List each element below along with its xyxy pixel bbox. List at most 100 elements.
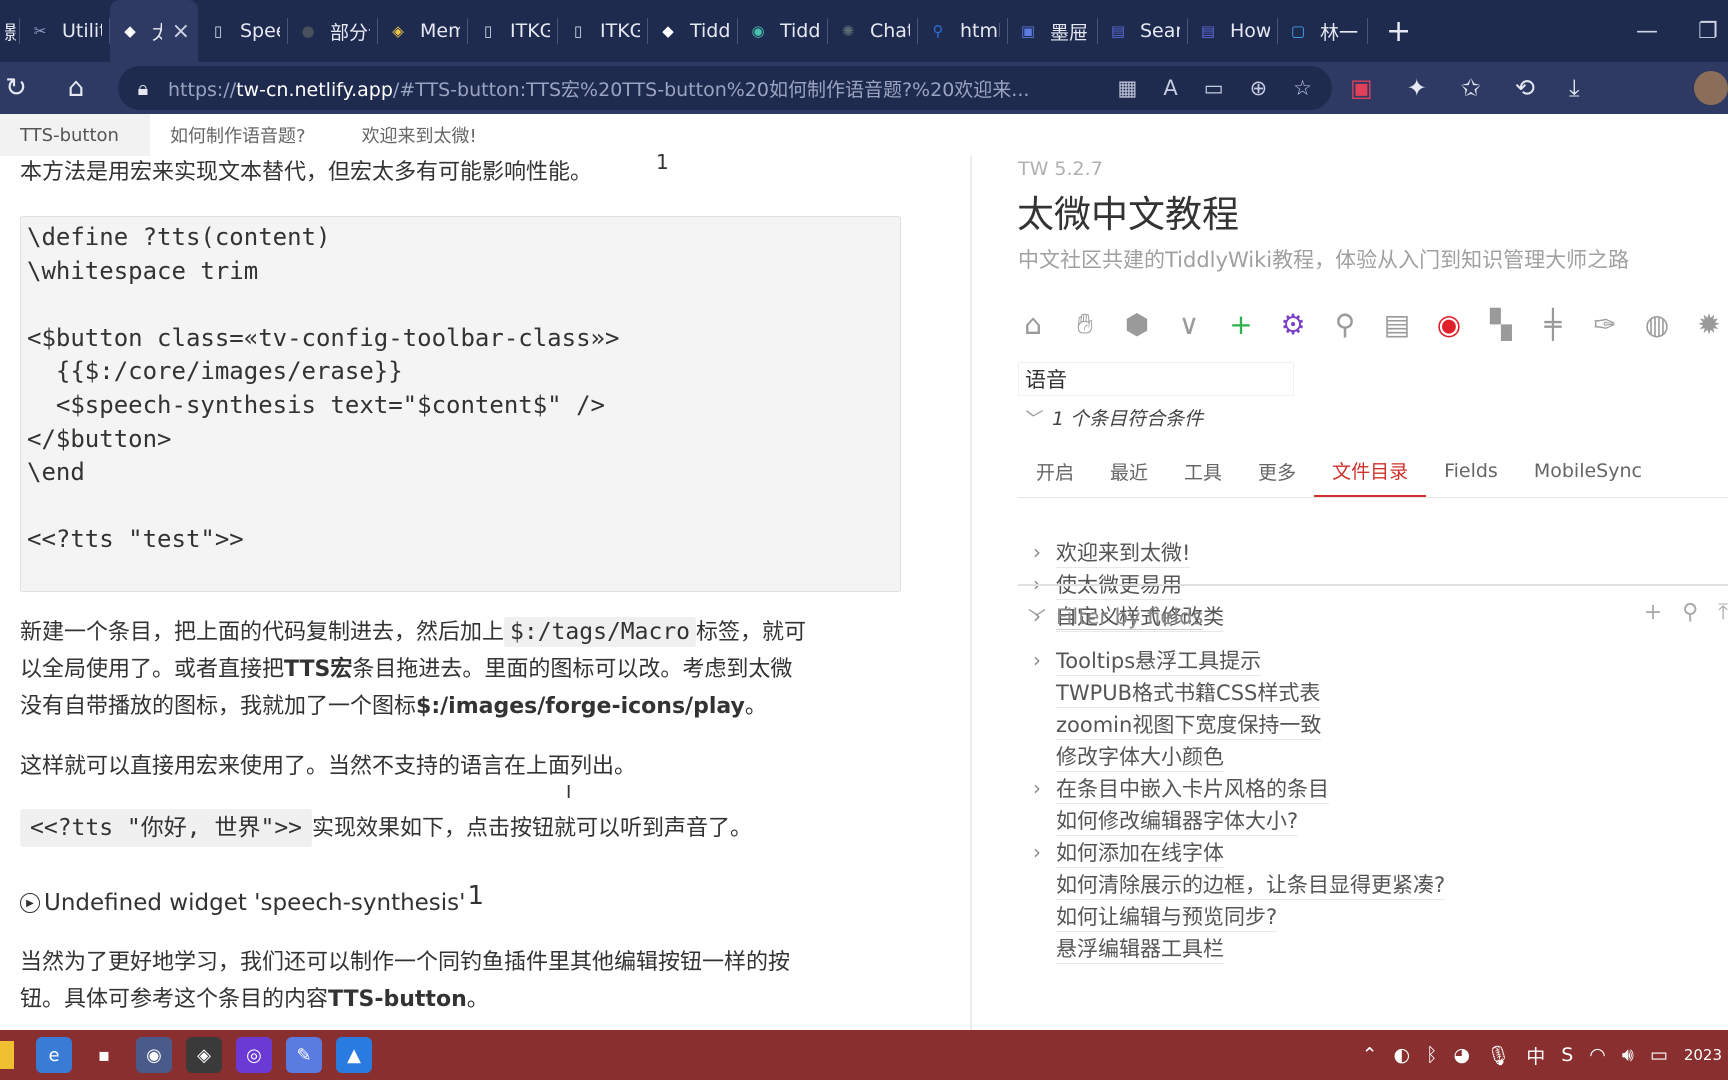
play-icon[interactable]: ▶: [20, 893, 40, 913]
browser-tab[interactable]: ● 部分语: [288, 0, 378, 62]
chevron-down-icon[interactable]: ﹀: [1018, 604, 1056, 630]
breadcrumb-tts-button[interactable]: TTS-button: [0, 114, 150, 156]
tts-button-link[interactable]: TTS-button: [328, 987, 467, 1012]
app-available-icon[interactable]: ▦: [1118, 76, 1138, 100]
tiddlywiki-icon[interactable]: ◉: [136, 1037, 172, 1073]
edge-icon[interactable]: e: [36, 1037, 72, 1073]
url-field[interactable]: 🔒︎ https://tw-cn.netlify.app/#TTS-button…: [118, 66, 1332, 110]
search-results-toggle[interactable]: ﹀ 1 个条目符合条件: [1022, 404, 1203, 431]
tray-expand-icon[interactable]: ⌃: [1362, 1044, 1378, 1066]
chevron-right-icon[interactable]: ›: [1018, 776, 1056, 800]
browser-tab[interactable]: ▣ 墨屉: [1008, 0, 1098, 62]
browser-tab[interactable]: ✺ ChatG: [828, 0, 918, 62]
plus-icon[interactable]: +: [1222, 305, 1260, 343]
breadcrumb-how-to-voice[interactable]: 如何制作语音题?: [150, 114, 326, 156]
toc-item[interactable]: TWPUB格式书籍CSS样式表: [1018, 676, 1728, 708]
microphone-icon[interactable]: 🎙︎: [1486, 1044, 1510, 1067]
browser-tab[interactable]: ◆ Tiddly: [648, 0, 738, 62]
chevron-right-icon[interactable]: ›: [1018, 840, 1056, 864]
chevron-right-icon[interactable]: ›: [1018, 648, 1056, 672]
new-tab-button[interactable]: +: [1368, 14, 1429, 49]
hand-icon[interactable]: ✋︎: [1066, 305, 1104, 343]
collapse-icon[interactable]: ⤒: [1718, 600, 1728, 625]
tray-bluetooth-icon[interactable]: ᛒ: [1426, 1044, 1437, 1066]
volume-icon[interactable]: 🔊︎: [1622, 1044, 1634, 1066]
zoom-icon[interactable]: ⊕: [1250, 76, 1268, 100]
chevron-right-icon[interactable]: ›: [1018, 540, 1056, 564]
sidebar-tab[interactable]: 工具: [1166, 455, 1240, 497]
chevron-down-icon[interactable]: ∨: [1170, 305, 1208, 343]
tab-fragment[interactable]: 影: [0, 0, 20, 62]
tray-s-icon[interactable]: S: [1561, 1044, 1573, 1066]
browser-tab[interactable]: ◉ Tiddly: [738, 0, 828, 62]
reader-view-icon[interactable]: ▭: [1204, 76, 1224, 100]
browser-tab[interactable]: ▯ ITKG (: [558, 0, 648, 62]
browser-tab[interactable]: ◆ 太 ×: [110, 0, 198, 62]
search-icon[interactable]: ⚲: [1682, 600, 1698, 625]
footnote-marker[interactable]: 1: [656, 150, 669, 174]
browser-tab[interactable]: ▤ Searc: [1098, 0, 1188, 62]
toc-item[interactable]: › Tooltips悬浮工具提示: [1018, 644, 1728, 676]
clock[interactable]: 2023: [1684, 1046, 1722, 1064]
sidebar-tab[interactable]: 文件目录: [1314, 455, 1427, 497]
app-icon[interactable]: ▪: [86, 1037, 122, 1073]
browser-tab[interactable]: ◈ Memo: [378, 0, 468, 62]
filter-by-fields-link[interactable]: Filter by fields: [1056, 605, 1204, 630]
extensions-icon[interactable]: ✦: [1407, 74, 1427, 102]
home-button-icon[interactable]: ⌂: [46, 73, 106, 103]
favorites-icon[interactable]: ✩: [1461, 74, 1481, 102]
browser-tab[interactable]: ▯ ITKG (: [468, 0, 558, 62]
record-icon[interactable]: ◉: [1430, 305, 1468, 343]
tray-app-icon[interactable]: ◐: [1393, 1044, 1410, 1066]
toc-item[interactable]: › 欢迎来到太微!: [1018, 536, 1728, 568]
browser-tab[interactable]: ▤ How t: [1188, 0, 1278, 62]
restore-button[interactable]: ❐: [1698, 0, 1718, 62]
sidebar-tab[interactable]: 开启: [1018, 455, 1092, 497]
history-icon[interactable]: ⟲: [1515, 74, 1535, 102]
github-icon[interactable]: ◍: [1638, 305, 1676, 343]
pen-icon[interactable]: ✑: [1586, 305, 1624, 343]
toc-item[interactable]: 如何修改编辑器字体大小?: [1018, 804, 1728, 836]
sidebar-tab[interactable]: 最近: [1092, 455, 1166, 497]
browser-tab[interactable]: ▢ 林一: [1278, 0, 1368, 62]
sun-icon[interactable]: ✹: [1690, 305, 1728, 343]
toc-item[interactable]: 悬浮编辑器工具栏: [1018, 932, 1728, 964]
gear-icon[interactable]: ⚙: [1274, 305, 1312, 343]
toc-item[interactable]: › 在条目中嵌入卡片风格的条目: [1018, 772, 1728, 804]
photos-icon[interactable]: ▲: [336, 1037, 372, 1073]
browser-tab[interactable]: ▯ Speec: [198, 0, 288, 62]
toc-item[interactable]: 如何让编辑与预览同步?: [1018, 900, 1728, 932]
note-app-icon[interactable]: ✎: [286, 1037, 322, 1073]
github-desktop-icon[interactable]: ◎: [236, 1037, 272, 1073]
sidebar-search-input[interactable]: 语音: [1018, 362, 1294, 396]
read-aloud-icon[interactable]: A: [1163, 76, 1177, 100]
battery-icon[interactable]: ▭: [1650, 1044, 1668, 1066]
home-icon[interactable]: ⌂: [1014, 305, 1052, 343]
layout-icon[interactable]: ▚: [1482, 305, 1520, 343]
breadcrumb-welcome[interactable]: 欢迎来到太微!: [326, 114, 497, 156]
add-icon[interactable]: +: [1644, 600, 1662, 625]
wifi-icon[interactable]: ◠: [1589, 1044, 1606, 1066]
file-explorer-icon[interactable]: [0, 1041, 14, 1069]
minimize-button[interactable]: —: [1636, 0, 1658, 62]
tts-macro-link[interactable]: TTS宏: [284, 657, 352, 682]
close-tab-icon[interactable]: ×: [172, 19, 190, 44]
package-icon[interactable]: ⬢: [1118, 305, 1156, 343]
play-icon-link[interactable]: $:/images/forge-icons/play: [416, 694, 745, 719]
toc-item[interactable]: zoomin视图下宽度保持一致: [1018, 708, 1728, 740]
toc-item[interactable]: 如何清除展示的边框，让条目显得更紧凑?: [1018, 868, 1728, 900]
app-cat-icon[interactable]: ◈: [186, 1037, 222, 1073]
widget-footnote-marker[interactable]: 1: [468, 881, 485, 911]
ime-indicator[interactable]: 中: [1526, 1042, 1545, 1069]
toolbar-icon[interactable]: ╪: [1534, 305, 1572, 343]
profile-avatar[interactable]: [1694, 71, 1728, 105]
refresh-icon[interactable]: ↻: [0, 73, 46, 103]
search-icon[interactable]: ⚲: [1326, 305, 1364, 343]
document-icon[interactable]: ▤: [1378, 305, 1416, 343]
toc-item[interactable]: 修改字体大小颜色: [1018, 740, 1728, 772]
add-favorite-icon[interactable]: ☆: [1293, 76, 1312, 100]
browser-tab[interactable]: ⚲ html: [918, 0, 1008, 62]
sidebar-tab[interactable]: 更多: [1240, 455, 1314, 497]
sidebar-tab[interactable]: Fields: [1426, 455, 1516, 497]
downloads-icon[interactable]: ⤓: [1569, 74, 1580, 102]
